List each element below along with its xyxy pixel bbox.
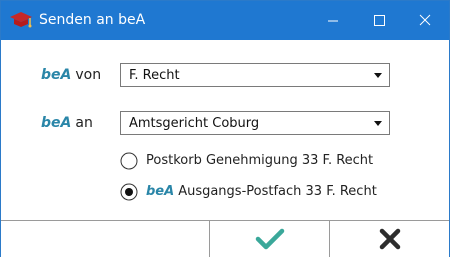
x-icon [379,228,401,250]
bea-graduation-cap-icon [8,9,34,31]
close-icon [419,14,431,26]
button-bar-spacer [1,221,210,257]
bea-brand-text: beA [146,184,175,199]
button-bar [1,220,449,257]
von-label-text: von [75,67,102,83]
cancel-button[interactable] [330,221,449,257]
title-bar[interactable]: Senden an beA [1,1,449,40]
close-button[interactable] [402,1,448,40]
chevron-down-icon[interactable] [367,112,389,134]
radio-option-label: beA Ausgangs-Postfach 33 F. Recht [146,184,377,199]
von-label: beA von [41,67,101,83]
checkmark-icon [255,228,285,250]
recipient-dropdown-value: Amtsgericht Coburg [129,116,260,131]
radio-option-label-text: Ausgangs-Postfach 33 F. Recht [178,184,377,199]
an-label: beA an [41,115,93,131]
sender-dropdown[interactable]: F. Recht [120,63,390,87]
radio-unselected-icon[interactable] [120,152,138,170]
ok-button[interactable] [210,221,330,257]
radio-selected-icon[interactable] [120,183,138,201]
recipient-dropdown[interactable]: Amtsgericht Coburg [120,111,390,135]
minimize-icon [328,20,338,22]
radio-option-label: Postkorb Genehmigung 33 F. Recht [146,153,373,168]
bea-brand-text: beA [41,67,72,83]
maximize-icon [374,15,385,26]
an-label-text: an [75,115,93,131]
window-title: Senden an beA [39,12,146,28]
minimize-button[interactable] [310,1,356,40]
radio-option-label-text: Postkorb Genehmigung 33 F. Recht [146,153,374,168]
maximize-button[interactable] [356,1,402,40]
sender-dropdown-value: F. Recht [129,68,180,83]
chevron-down-icon[interactable] [367,64,389,86]
bea-brand-text: beA [41,115,72,131]
dialog-window: Senden an beA beA von F. Recht beA an Am… [0,0,450,257]
